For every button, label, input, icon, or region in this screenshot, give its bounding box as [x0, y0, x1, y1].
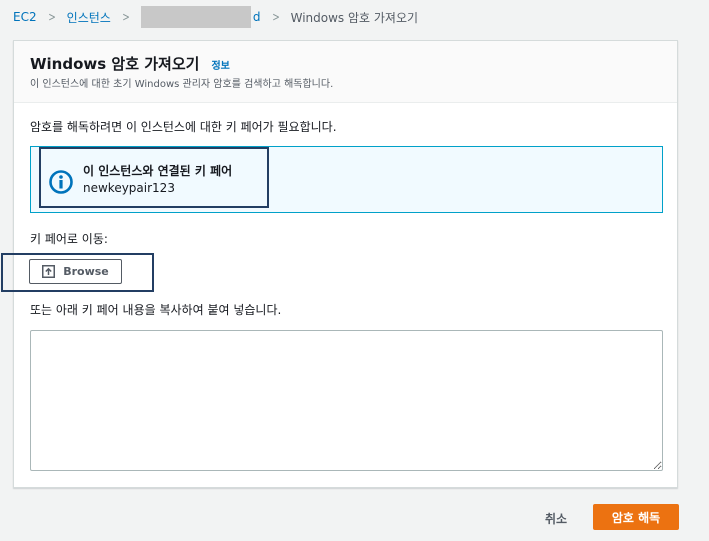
breadcrumb: EC2 > 인스턴스 > d > Windows 암호 가져오기 — [13, 6, 418, 28]
breadcrumb-instances[interactable]: 인스턴스 — [67, 9, 111, 26]
breadcrumb-current: Windows 암호 가져오기 — [290, 10, 419, 25]
breadcrumb-separator-icon: > — [47, 10, 56, 24]
upload-icon — [42, 265, 56, 278]
browse-button-label: Browse — [63, 265, 109, 278]
breadcrumb-redacted-instance — [140, 6, 251, 28]
intro-text: 암호를 해독하려면 이 인스턴스에 대한 키 페어가 필요합니다. — [30, 120, 337, 134]
breadcrumb-separator-icon: > — [122, 10, 130, 24]
key-pair-file-label: 키 페어로 이동: — [30, 232, 108, 246]
paste-key-label: 또는 아래 키 페어 내용을 복사하여 붙여 넣습니다. — [30, 303, 282, 317]
browse-button[interactable]: Browse — [29, 259, 122, 284]
breadcrumb-ec2[interactable]: EC2 — [13, 10, 37, 24]
breadcrumb-instance-id-tail[interactable]: d — [253, 10, 261, 24]
panel-title-row: Windows 암호 가져오기 정보 — [30, 53, 230, 74]
info-link[interactable]: 정보 — [211, 57, 229, 72]
info-icon — [49, 170, 73, 194]
panel-title: Windows 암호 가져오기 — [30, 55, 200, 73]
breadcrumb-separator-icon: > — [271, 10, 280, 24]
get-windows-password-panel: Windows 암호 가져오기 정보 이 인스턴스에 대한 초기 Windows… — [1, 40, 678, 488]
key-pair-name: newkeypair123 — [83, 181, 175, 195]
cancel-button[interactable]: 취소 — [532, 505, 580, 531]
decrypt-password-button[interactable]: 암호 해독 — [593, 504, 679, 530]
panel-description: 이 인스턴스에 대한 초기 Windows 관리자 암호를 검색하고 해독합니다… — [30, 79, 334, 90]
key-pair-content-textarea[interactable] — [30, 330, 663, 471]
alert-title: 이 인스턴스와 연결된 키 페어 — [83, 164, 233, 178]
panel-header: Windows 암호 가져오기 정보 이 인스턴스에 대한 초기 Windows… — [14, 41, 677, 103]
